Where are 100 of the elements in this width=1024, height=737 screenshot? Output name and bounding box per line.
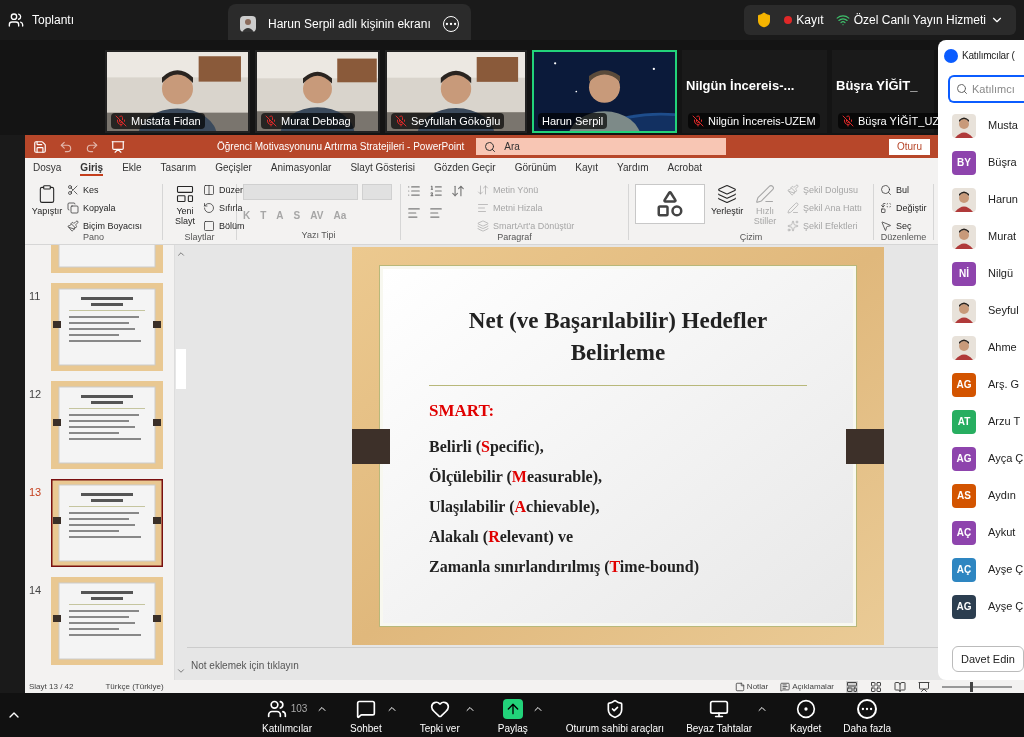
toolbar-button[interactable]: Tepki ver [419,695,460,735]
ribbon-tab[interactable]: Acrobat [667,162,703,176]
notes-icon[interactable] [734,681,745,692]
ribbon-tab[interactable]: Animasyonlar [270,162,332,176]
ribbon-tab[interactable]: Tasarım [160,162,197,176]
participant-name: Ayça Ç [988,451,1024,467]
comments-icon[interactable] [780,681,791,692]
ribbon-tab[interactable]: Giriş [80,162,104,176]
redo-icon[interactable] [85,139,99,154]
participant-row[interactable]: AT Arzu T [944,403,1024,440]
ribbon-button[interactable]: Biçim Boyacısı [67,220,142,232]
search-icon [956,83,968,95]
participant-row[interactable]: AS Aydın [944,477,1024,514]
participant-name: Murat [988,229,1017,245]
ribbon-button[interactable]: Yerleştir [711,184,743,232]
shapes-gallery-icon[interactable] [635,184,705,224]
ribbon-button[interactable]: Yapıştır [31,184,63,232]
recording-label[interactable]: Kayıt [796,11,824,29]
ribbon-tab[interactable]: Gözden Geçir [433,162,496,176]
share-button[interactable]: Oturu [889,138,930,155]
participant-row[interactable]: AG Arş. G [944,366,1024,403]
participant-row[interactable]: AG Ayça Ç [944,440,1024,477]
numbering-icon[interactable] [429,184,443,198]
ribbon-button[interactable]: Seç [880,220,927,232]
participant-row[interactable]: Harun [944,181,1024,218]
ribbon-button[interactable]: Bölüm [203,220,245,232]
grid-view-icon[interactable] [870,680,882,693]
ribbon-icon [37,184,57,204]
thumbnail-scrollbar[interactable] [175,245,187,680]
zoom-slider-thumb[interactable] [970,681,973,692]
video-tile[interactable]: Nilgün İncereis-... Nilgün İncereis-UZEM [682,50,827,133]
clip [352,428,390,464]
participant-search-field[interactable]: Katılımcı [948,75,1024,103]
justify-icon[interactable] [429,206,443,220]
line-spacing-icon[interactable] [451,184,465,198]
ribbon-tab[interactable]: Ekle [122,162,142,176]
participant-row[interactable]: Musta [944,107,1024,144]
ribbon-button[interactable]: Kopyala [67,202,142,214]
video-tile[interactable]: Mustafa Fidan [105,50,250,133]
initials-avatar: AG [952,372,976,397]
slide-thumbnail[interactable] [51,479,163,567]
participant-row[interactable]: Nİ Nilgü [944,255,1024,292]
participant-row[interactable]: Murat [944,218,1024,255]
ribbon-tab[interactable]: Slayt Gösterisi [350,162,415,176]
font-name-field[interactable] [243,184,358,200]
participant-name: Nilgü [988,266,1014,282]
heart-icon [429,699,450,719]
align-left-icon[interactable] [407,206,421,220]
invite-button[interactable]: Davet Edin [952,645,1024,672]
initials-avatar: AT [952,409,976,434]
toolbar-button[interactable]: Paylaş [497,695,528,735]
ribbon-tab[interactable]: Geçişler [215,162,252,176]
toolbar-button[interactable]: 103 Katılımcılar [262,695,312,735]
save-icon[interactable] [33,139,47,154]
notes-placeholder[interactable]: Not eklemek için tıklayın [191,660,299,671]
slideshow-view-icon[interactable] [918,680,930,693]
participant-row[interactable]: Seyful [944,292,1024,329]
video-tile[interactable]: Seyfullah Gökoğlu [385,50,527,133]
undo-icon[interactable] [59,139,73,154]
search-field[interactable]: Ara [476,138,727,155]
ribbon-tab[interactable]: Yardım [617,162,649,176]
participant-row[interactable]: AÇ Ayşe Ç [944,551,1024,588]
participant-row[interactable]: BY Büşra [944,144,1024,181]
notes-button[interactable]: Notlar [746,680,769,693]
participant-name: Seyfullah Gökoğlu [411,113,501,129]
toolbar-button[interactable]: Oturum sahibi araçları [565,695,665,735]
ribbon-tab[interactable]: Dosya [33,162,62,176]
video-tile[interactable]: Murat Debbag [255,50,380,133]
comments-button[interactable]: Açıklamalar [792,680,834,693]
participant-row[interactable]: AG Ayşe Ç [944,588,1024,625]
toolbar-button[interactable]: Sohbet [350,695,382,735]
ribbon-icon [203,184,215,196]
slideshow-icon[interactable] [111,139,125,154]
ribbon-button[interactable]: Sıfırla [203,202,245,214]
participant-name: Ayşe Ç [988,599,1024,615]
scrollbar-thumb[interactable] [176,349,186,389]
reading-view-icon[interactable] [894,680,906,693]
ribbon-button[interactable]: Değiştir [880,202,927,214]
ribbon-tab[interactable]: Kayıt [575,162,599,176]
toolbar-button[interactable]: Daha fazla [843,695,892,735]
live-stream-label[interactable]: Özel Canlı Yayın Hizmeti [853,11,986,29]
participant-row[interactable]: AÇ Aykut [944,514,1024,551]
participant-name: Aykut [988,525,1016,541]
ribbon-tab[interactable]: Görünüm [514,162,557,176]
participant-name: Büşra [988,155,1017,171]
video-tile[interactable]: Harun Serpil [532,50,677,133]
toolbar-button[interactable]: Kaydet [790,695,822,735]
ribbon-button[interactable]: Düzen [203,184,245,196]
group-label: Paragraf [496,232,533,242]
participant-name: Murat Debbag [281,113,351,129]
participant-name: Seyful [988,303,1019,319]
participant-name: Ahme [988,340,1017,356]
font-size-field[interactable] [362,184,392,200]
ribbon-button[interactable]: Yeni Slayt [169,184,201,232]
ribbon-button[interactable]: Bul [880,184,927,196]
participant-row[interactable]: Ahme [944,329,1024,366]
normal-view-icon[interactable] [846,680,858,693]
ribbon-button[interactable]: Kes [67,184,142,196]
toolbar-button[interactable]: Beyaz Tahtalar [686,695,753,735]
bullets-icon[interactable] [407,184,421,198]
